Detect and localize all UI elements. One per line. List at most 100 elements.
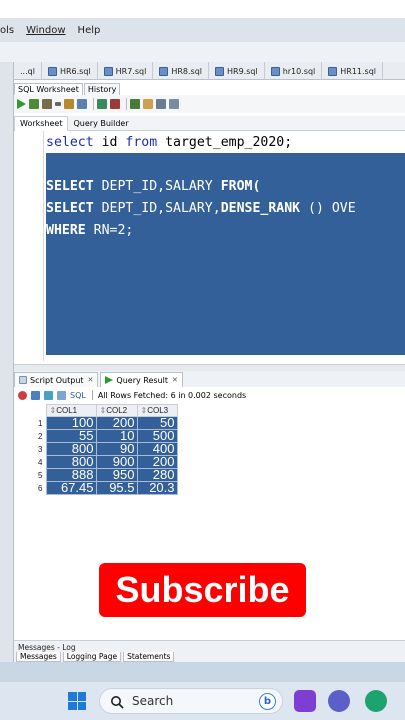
eraser-icon[interactable] — [143, 99, 153, 109]
row-number: 3 — [14, 442, 46, 456]
file-tab-label: HR6.sql — [59, 66, 91, 76]
file-tab-label: HR11.sql — [340, 66, 377, 76]
run-script-icon[interactable] — [29, 99, 39, 109]
column-header-label: COL2 — [106, 406, 128, 415]
code-text: target_emp_2020; — [157, 135, 293, 150]
edge-icon[interactable] — [365, 690, 387, 712]
messages-log-panel: Messages - Log Messages Logging Page Sta… — [14, 640, 405, 662]
worksheet-toolbar — [14, 95, 405, 113]
sql-label[interactable]: SQL — [70, 391, 86, 400]
row-number-header — [14, 404, 46, 417]
history-icon[interactable] — [156, 99, 166, 109]
file-tab-strip: ...ql HR6.sql HR7.sql HR8.sql HR9.sql hr… — [14, 62, 405, 80]
code-text: id — [93, 135, 126, 150]
sql-file-icon — [328, 66, 338, 76]
menu-tools[interactable]: ols — [0, 25, 14, 36]
menu-help[interactable]: Help — [78, 25, 101, 36]
refresh-icon[interactable] — [31, 390, 40, 400]
tab-label: Query Result — [116, 375, 168, 385]
commit-icon[interactable] — [64, 99, 74, 109]
tab-sql-worksheet[interactable]: SQL Worksheet — [14, 83, 83, 95]
rollback-icon[interactable] — [77, 99, 87, 109]
editor-mode-tabs: Worksheet Query Builder — [14, 115, 405, 131]
tab-query-result[interactable]: Query Result ✕ — [100, 372, 183, 387]
row-number: 4 — [14, 455, 46, 469]
script-output-icon — [19, 376, 27, 384]
toolbar-separator — [126, 98, 127, 110]
search-icon — [110, 694, 124, 709]
code-text: RN=2; — [85, 223, 134, 238]
file-tab[interactable]: HR8.sql — [153, 62, 209, 80]
toolbar-separator — [93, 98, 94, 110]
tab-query-builder[interactable]: Query Builder — [68, 116, 133, 131]
taskbar-app-icon[interactable] — [294, 690, 316, 712]
messages-log-tabs: Messages Logging Page Statements — [16, 652, 176, 662]
unshared-sql-icon[interactable] — [130, 99, 140, 109]
row-number: 5 — [14, 468, 46, 482]
column-header-label: COL1 — [56, 406, 78, 415]
menu-window[interactable]: Window — [26, 25, 65, 36]
close-icon[interactable]: ✕ — [88, 376, 94, 384]
tab-logging-page[interactable]: Logging Page — [62, 652, 122, 662]
code-line-5: WHERE RN=2; — [46, 223, 133, 238]
taskbar-search[interactable]: Search b — [99, 688, 283, 714]
file-tab[interactable]: HR6.sql — [42, 62, 98, 80]
row-number: 6 — [14, 481, 46, 495]
sql-editor[interactable]: select id from target_emp_2020; SELECT D… — [14, 131, 405, 361]
cell-col2[interactable]: 95.5 — [95, 481, 138, 495]
sql-tuning-icon[interactable] — [110, 99, 120, 109]
sql-icon[interactable] — [57, 390, 66, 400]
left-panel-strip[interactable] — [0, 62, 14, 682]
keyword-select: SELECT — [46, 201, 94, 216]
cell-col1[interactable]: 67.45 — [45, 481, 97, 495]
keyword-from: FROM( — [220, 179, 261, 194]
file-tab-label: HR9.sql — [227, 66, 258, 76]
main-toolbar-area — [0, 42, 405, 62]
tab-worksheet[interactable]: Worksheet — [14, 115, 69, 131]
file-tab-label: ...ql — [20, 66, 35, 76]
menu-bar: ols Window Help — [0, 18, 405, 42]
file-tab-label: HR7.sql — [115, 66, 147, 76]
desktop-background — [0, 662, 405, 682]
export-icon[interactable] — [44, 390, 53, 400]
sql-file-icon — [270, 66, 280, 76]
tab-history[interactable]: History — [83, 83, 121, 95]
file-tab-label: hr10.sql — [282, 66, 316, 76]
table-row[interactable]: 6 67.45 95.5 20.3 — [14, 481, 178, 495]
keyword-dense-rank: DENSE_RANK — [220, 201, 301, 216]
tab-statements[interactable]: Statements — [123, 652, 175, 662]
file-tab[interactable]: HR9.sql — [209, 62, 265, 80]
explain-plan-icon[interactable] — [97, 99, 107, 109]
code-line-3: SELECT DEPT_ID,SALARY FROM( — [46, 179, 260, 194]
tab-label: Script Output — [30, 375, 84, 385]
file-tab[interactable]: ...ql — [14, 62, 42, 80]
sql-file-icon — [215, 66, 224, 76]
code-line-1: select id from target_emp_2020; — [46, 135, 292, 150]
file-tab[interactable]: HR7.sql — [98, 62, 154, 80]
dropdown-icon[interactable] — [55, 102, 61, 106]
worksheet-subtabs: SQL Worksheet History — [14, 80, 405, 95]
subscribe-button[interactable]: Subscribe — [99, 563, 306, 617]
output-tabs: Script Output ✕ Query Result ✕ — [14, 371, 405, 387]
windows-start-icon[interactable] — [68, 692, 86, 710]
tab-script-output[interactable]: Script Output ✕ — [14, 372, 99, 387]
file-tab[interactable]: HR11.sql — [322, 62, 384, 80]
sql-file-icon — [159, 66, 169, 76]
pin-icon[interactable] — [18, 390, 27, 400]
row-number: 1 — [14, 416, 46, 430]
code-text: DEPT_ID,SALARY — [93, 179, 221, 194]
messages-log-title: Messages - Log — [18, 643, 76, 652]
run-icon — [105, 376, 114, 384]
bing-icon[interactable]: b — [259, 693, 276, 710]
teams-icon[interactable] — [328, 690, 350, 712]
separator — [91, 390, 93, 400]
close-icon[interactable]: ✕ — [172, 376, 178, 384]
search-placeholder: Search — [132, 694, 174, 708]
cell-col3[interactable]: 20.3 — [136, 481, 178, 495]
file-tab[interactable]: hr10.sql — [265, 62, 323, 80]
tab-messages[interactable]: Messages — [16, 652, 61, 662]
run-statement-icon[interactable] — [17, 99, 26, 109]
row-number: 2 — [14, 429, 46, 443]
format-icon[interactable] — [169, 99, 179, 109]
autotrace-icon[interactable] — [42, 99, 52, 109]
